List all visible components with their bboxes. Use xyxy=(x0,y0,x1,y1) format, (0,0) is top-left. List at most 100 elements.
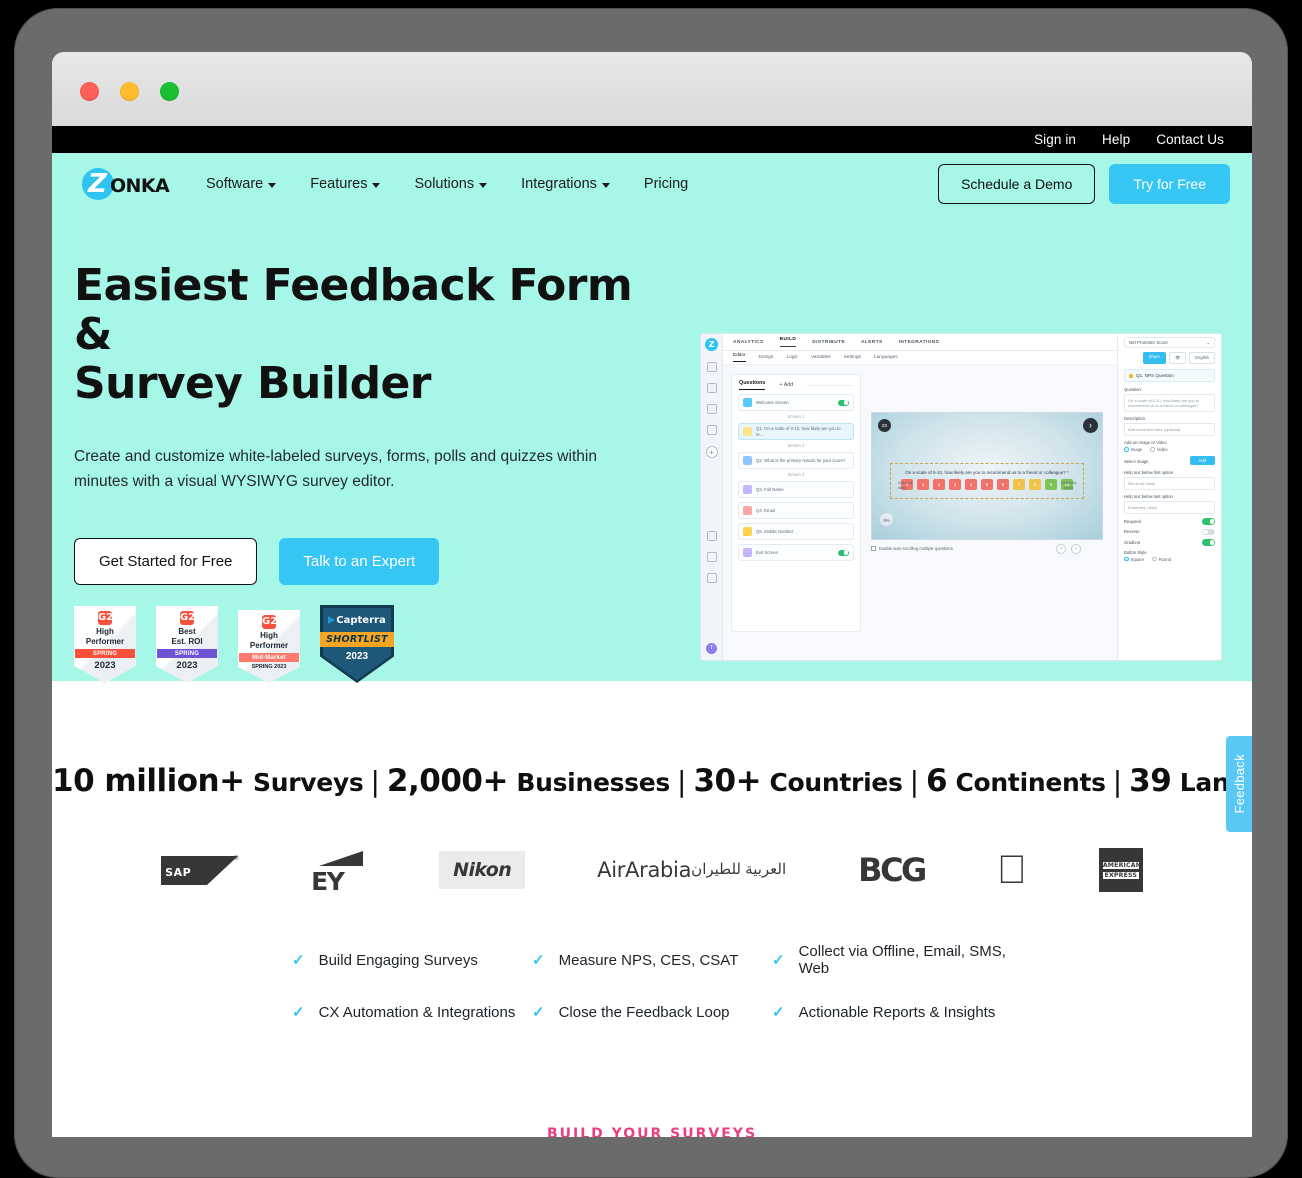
feedback-tab[interactable]: Feedback xyxy=(1226,736,1252,832)
close-button[interactable] xyxy=(80,82,99,101)
nps-option[interactable]: 2 xyxy=(933,479,945,490)
question-input[interactable]: On a scale of 0-10, how likely are you t… xyxy=(1124,394,1215,412)
subtab-variables[interactable]: Variables xyxy=(811,355,831,360)
question-toggle[interactable] xyxy=(838,399,849,406)
avatar[interactable]: T xyxy=(706,643,717,654)
client-logo-strip: SAP ® EY Nikon AirArabia العربية للطيران… xyxy=(52,841,1252,899)
schedule-demo-button[interactable]: Schedule a Demo xyxy=(938,164,1096,204)
badge-year: 2023 xyxy=(176,660,198,671)
gradient-label: Gradient xyxy=(1124,539,1141,545)
prev-page-icon[interactable]: ‹ xyxy=(1056,544,1066,554)
nps-option[interactable]: 5 xyxy=(981,479,993,490)
survey-select[interactable]: Net Promoter Score ⌄ xyxy=(1124,337,1215,348)
try-for-free-button[interactable]: Try for Free xyxy=(1109,164,1230,204)
help-last-input[interactable]: Extremely Likely xyxy=(1124,501,1215,515)
help-link[interactable]: Help xyxy=(1102,132,1130,147)
nps-option[interactable]: 7 xyxy=(1013,479,1025,490)
tab-alerts[interactable]: ALERTS xyxy=(861,340,883,345)
maximize-button[interactable] xyxy=(160,82,179,101)
question-toggle[interactable] xyxy=(838,549,849,556)
add-question-button[interactable]: + Add xyxy=(779,382,793,388)
nps-label-right: Extremely Likely xyxy=(1061,481,1077,490)
amex-logo-line2: EXPRESS xyxy=(1102,872,1139,879)
radio-video[interactable]: Video xyxy=(1150,447,1167,452)
question-label: Q1. On a scale of 0-10, how likely are y… xyxy=(756,426,841,437)
nps-option[interactable]: 3 xyxy=(949,479,961,490)
zonka-logo[interactable]: Z ONKA xyxy=(82,167,170,201)
tab-distribute[interactable]: DISTRIBUTE xyxy=(812,340,845,345)
required-toggle-row[interactable]: Required xyxy=(1124,518,1215,525)
tab-build[interactable]: BUILD xyxy=(779,337,797,347)
gradient-toggle[interactable] xyxy=(1202,539,1215,546)
feedback-icon[interactable] xyxy=(706,383,717,393)
questions-tab[interactable]: Questions xyxy=(739,380,766,390)
talk-to-expert-button[interactable]: Talk to an Expert xyxy=(279,538,440,585)
reverse-toggle-row[interactable]: Reverse xyxy=(1124,528,1215,536)
contact-us-link[interactable]: Contact Us xyxy=(1156,132,1224,147)
next-page-icon[interactable]: › xyxy=(1071,544,1081,554)
question-row[interactable]: Exit Screen xyxy=(738,544,854,561)
reverse-label: Reverse xyxy=(1124,529,1140,535)
nav-item-pricing[interactable]: Pricing xyxy=(644,176,688,192)
question-row[interactable]: Welcome Screen xyxy=(738,394,854,411)
subtab-editor[interactable]: Editor xyxy=(733,353,746,362)
question-row[interactable]: Q1. On a scale of 0-10, how likely are y… xyxy=(738,423,854,440)
language-button[interactable]: English xyxy=(1189,352,1215,364)
nav-item-features[interactable]: Features xyxy=(310,176,381,192)
nps-option[interactable]: 4 xyxy=(965,479,977,490)
question-row[interactable]: Q4. Email xyxy=(738,502,854,519)
badge-line2: Performer xyxy=(85,636,125,646)
subtab-settings[interactable]: Settings xyxy=(844,355,861,360)
tab-analytics[interactable]: ANALYTICS xyxy=(733,340,764,345)
logo-wordmark: ONKA xyxy=(110,175,170,197)
nav-item-solutions[interactable]: Solutions xyxy=(414,176,488,192)
minimize-button[interactable] xyxy=(120,82,139,101)
help-first-input[interactable]: Not at all Likely xyxy=(1124,477,1215,491)
reverse-toggle[interactable] xyxy=(1202,528,1215,536)
subtab-design[interactable]: Design xyxy=(759,355,774,360)
dashboard-icon[interactable] xyxy=(706,362,717,372)
feature-item: ✓ Actionable Reports & Insights xyxy=(772,1003,1012,1022)
radio-image[interactable]: Image xyxy=(1124,447,1142,452)
notifications-icon[interactable] xyxy=(706,552,717,562)
description-input[interactable]: Add some text here (optional) xyxy=(1124,423,1215,436)
radio-icon xyxy=(1124,447,1129,452)
required-toggle[interactable] xyxy=(1202,518,1215,525)
question-row[interactable]: Q5. Mobile Number xyxy=(738,523,854,540)
main-navigation: Z ONKA Software Features Solutions Integ… xyxy=(52,153,1252,215)
signin-link[interactable]: Sign in xyxy=(1034,132,1076,147)
badge-sub: SPRING 2023 xyxy=(251,664,287,670)
subtab-logic[interactable]: Logic xyxy=(786,355,797,360)
tasks-icon[interactable] xyxy=(706,425,717,435)
feature-item: ✓ CX Automation & Integrations xyxy=(292,1003,532,1022)
checkbox[interactable] xyxy=(871,546,876,551)
add-image-button[interactable]: Add xyxy=(1189,456,1215,466)
nav-item-software[interactable]: Software xyxy=(206,176,277,192)
autoscroll-checkbox-row[interactable]: Enable auto-scrolling multiple questions xyxy=(871,546,953,551)
chevron-right-icon[interactable]: › xyxy=(1083,418,1098,433)
share-button[interactable]: Share xyxy=(1142,352,1166,364)
nav-label: Solutions xyxy=(414,176,475,192)
eye-icon[interactable]: 👁 xyxy=(1168,352,1187,364)
radio-round[interactable]: Round xyxy=(1152,556,1171,562)
get-started-button[interactable]: Get Started for Free xyxy=(74,538,258,585)
question-row[interactable]: Q3. Full Name xyxy=(738,481,854,498)
subtab-languages[interactable]: Languages xyxy=(874,355,898,360)
nav-label: Pricing xyxy=(643,176,689,192)
registered-mark: ® xyxy=(234,856,239,862)
add-icon[interactable]: + xyxy=(705,446,718,458)
tab-integrations[interactable]: INTEGRATIONS xyxy=(899,340,940,345)
badge-ribbon: SPRING xyxy=(157,649,217,658)
nav-item-integrations[interactable]: Integrations xyxy=(521,176,610,192)
radio-square[interactable]: Square xyxy=(1124,556,1144,562)
nps-option[interactable]: 8 xyxy=(1029,479,1041,490)
gradient-toggle-row[interactable]: Gradient xyxy=(1124,539,1215,546)
help-icon[interactable] xyxy=(706,531,717,541)
screen-divider: Screen 3 xyxy=(787,472,805,477)
contacts-icon[interactable] xyxy=(706,404,717,414)
nps-option[interactable]: 9 xyxy=(1045,479,1057,490)
question-type-icon xyxy=(743,456,752,465)
nps-option[interactable]: 6 xyxy=(997,479,1009,490)
settings-icon[interactable] xyxy=(706,573,717,583)
question-row[interactable]: Q2. What is the primary reason for your … xyxy=(738,452,854,469)
